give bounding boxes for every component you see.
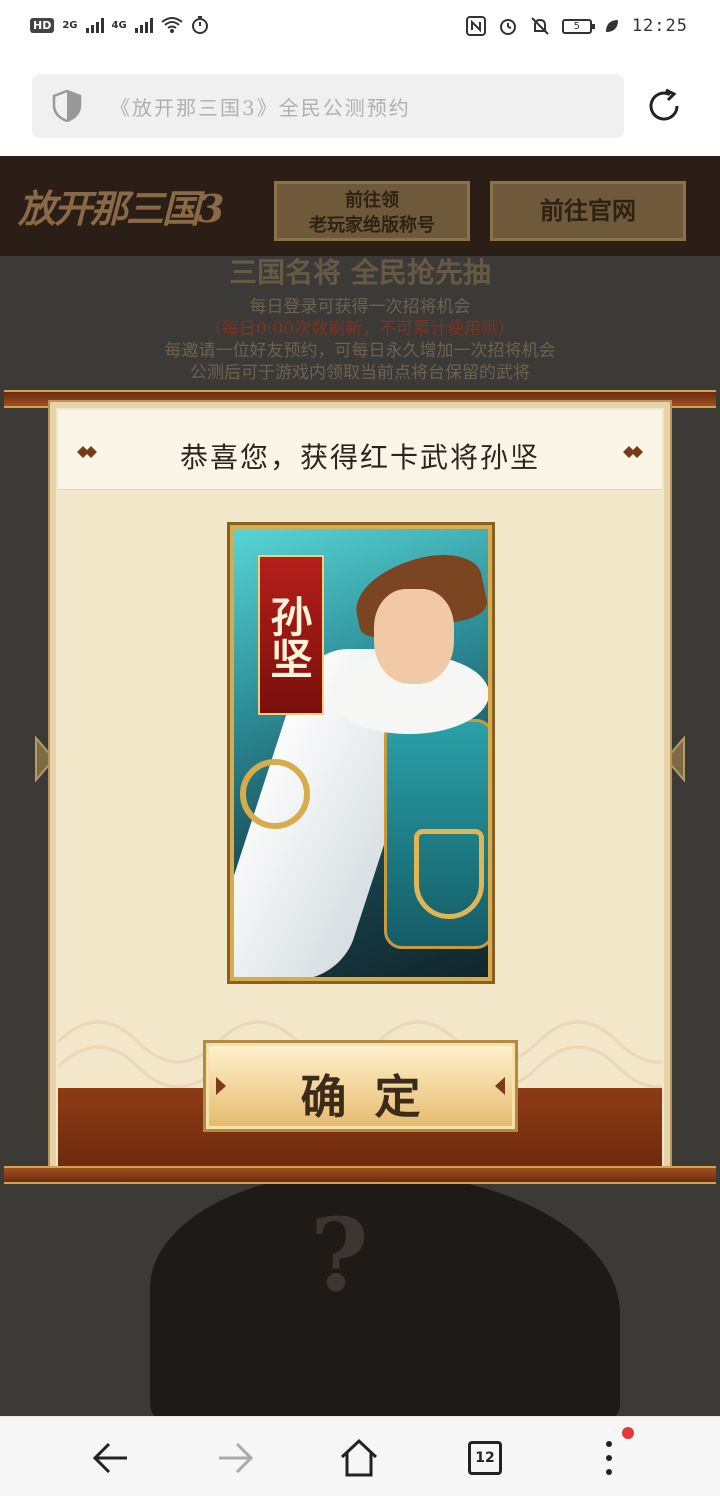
question-mark: ? xyxy=(310,1196,369,1314)
banner-title: 三国名将 全民抢先抽 xyxy=(229,256,491,289)
hero-face xyxy=(374,589,454,684)
game-logo: 放开那三国3 xyxy=(18,186,224,231)
battery-icon: 5 xyxy=(561,18,595,34)
notification-dot xyxy=(622,1427,634,1439)
home-button[interactable] xyxy=(336,1435,382,1481)
official-site-button[interactable]: 前往官网 xyxy=(490,181,686,241)
signal-2g-label: 2G xyxy=(62,19,78,31)
modal-bottom-frame xyxy=(4,1166,716,1184)
hero-card: 孙坚 xyxy=(230,525,492,981)
info-line: （每日0:00次数刷新，不可累计使用哦） xyxy=(204,319,516,339)
signal-icon-2 xyxy=(134,17,153,33)
reload-icon[interactable] xyxy=(644,86,684,126)
mystery-hero-silhouette xyxy=(150,1171,620,1416)
shield-icon[interactable] xyxy=(52,90,82,122)
tabs-icon: 12 xyxy=(468,1441,502,1475)
wifi-icon xyxy=(161,17,183,33)
tabs-button[interactable]: 12 xyxy=(462,1435,508,1481)
browser-toolbar: 《放开那三国3》全民公测预约 xyxy=(0,58,720,156)
browser-bottom-nav: 12 xyxy=(0,1416,720,1496)
modal-title-bar: 恭喜您，获得红卡武将孙坚 xyxy=(58,410,662,490)
menu-button[interactable] xyxy=(586,1435,632,1481)
confirm-button[interactable]: 确定 xyxy=(203,1040,518,1132)
claim-title-label: 前往领 老玩家绝版称号 xyxy=(309,190,435,236)
url-text[interactable]: 《放开那三国3》全民公测预约 xyxy=(110,92,411,121)
diamond-ornament-icon xyxy=(623,446,643,458)
timer-icon xyxy=(191,16,208,34)
info-line: 公测后可于游戏内领取当前点将台保留的武将 xyxy=(190,363,530,383)
hd-badge: HD xyxy=(30,17,55,33)
gold-ornament xyxy=(414,829,484,919)
battery-level: 5 xyxy=(573,20,580,32)
info-text: 每日登录可获得一次招将机会 （每日0:00次数刷新，不可累计使用哦） 每邀请一位… xyxy=(0,296,720,384)
gold-ornament xyxy=(240,759,310,829)
signal-4g-label: 4G xyxy=(111,19,127,31)
signal-icon xyxy=(85,17,104,33)
clock: 12:25 xyxy=(631,16,688,36)
info-line: 每日登录可获得一次招将机会 xyxy=(249,297,471,317)
modal-title: 恭喜您，获得红卡武将孙坚 xyxy=(179,441,540,474)
back-button[interactable] xyxy=(88,1435,134,1481)
mute-icon xyxy=(531,17,549,35)
hero-name: 孙坚 xyxy=(264,595,313,679)
back-arrow-icon xyxy=(92,1442,127,1474)
alarm-icon xyxy=(499,19,516,35)
hero-name-banner: 孙坚 xyxy=(258,555,324,715)
home-icon xyxy=(340,1438,378,1477)
info-line: 每邀请一位好友预约，可每日永久增加一次招将机会 xyxy=(164,341,556,361)
leaf-icon xyxy=(605,20,618,32)
more-vert-icon xyxy=(606,1441,612,1475)
forward-button[interactable] xyxy=(212,1435,258,1481)
confirm-label: 确定 xyxy=(300,1070,449,1124)
address-bar[interactable]: 《放开那三国3》全民公测预约 xyxy=(32,74,624,138)
nfc-icon xyxy=(465,16,486,36)
status-bar: HD 2G 4G 5 12:25 xyxy=(0,0,720,58)
claim-title-button[interactable]: 前往领 老玩家绝版称号 xyxy=(274,181,470,241)
forward-arrow-icon xyxy=(219,1442,254,1474)
right-triangle-icon xyxy=(495,1077,505,1095)
